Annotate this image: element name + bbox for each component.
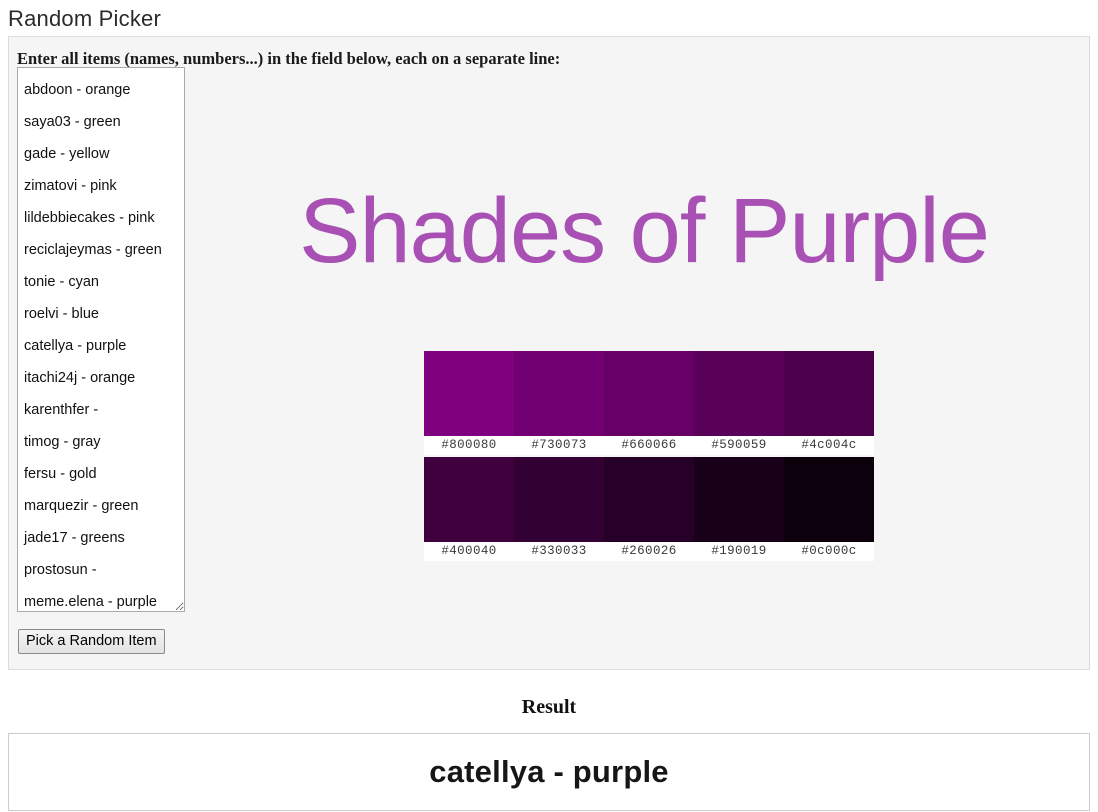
swatch-hex-label: #190019 [711,544,767,558]
swatch-cell [604,457,694,542]
picker-panel: Enter all items (names, numbers...) in t… [8,36,1090,670]
swatch-color [514,457,604,542]
swatch-color [514,351,604,436]
swatch-row-2: #400040 #330033 #260026 #190019 #0c000c [424,457,874,561]
swatch-cell [784,457,874,542]
swatch-color [424,457,514,542]
items-input[interactable] [17,67,185,612]
result-box: catellya - purple [8,733,1090,811]
swatch-cell [514,351,604,436]
result-heading: Result [521,696,577,718]
swatch-row-1: #800080 #730073 #660066 #590059 #4c004c [424,351,874,455]
swatch-grid: #800080 #730073 #660066 #590059 #4c004c [424,351,874,561]
swatch-color [694,351,784,436]
swatch-row-1-colors [424,351,874,436]
swatch-hex-label: #330033 [531,544,587,558]
swatch-hex-label: #800080 [441,438,497,452]
swatch-row-2-labels: #400040 #330033 #260026 #190019 #0c000c [424,542,874,561]
result-value: catellya - purple [429,754,669,789]
shades-showcase: Shades of Purple #800080 #730073 #660066… [199,37,1089,669]
swatch-cell [514,457,604,542]
swatch-color [694,457,784,542]
swatch-row-2-colors [424,457,874,542]
pick-random-item-button[interactable]: Pick a Random Item [18,629,165,654]
picker-panel-body: Enter all items (names, numbers...) in t… [9,37,1089,669]
swatch-cell [784,351,874,436]
swatch-hex-label: #4c004c [801,438,857,452]
swatch-cell [424,351,514,436]
swatch-color [604,351,694,436]
swatch-color [604,457,694,542]
swatch-color [784,351,874,436]
swatch-color [784,457,874,542]
swatch-cell [424,457,514,542]
swatch-row-1-labels: #800080 #730073 #660066 #590059 #4c004c [424,436,874,455]
swatch-hex-label: #0c000c [801,544,857,558]
swatch-hex-label: #590059 [711,438,767,452]
swatch-cell [694,457,784,542]
swatch-hex-label: #730073 [531,438,587,452]
swatch-color [424,351,514,436]
showcase-title: Shades of Purple [299,180,990,282]
swatch-hex-label: #660066 [621,438,677,452]
swatch-cell [604,351,694,436]
swatch-hex-label: #260026 [621,544,677,558]
swatch-cell [694,351,784,436]
page-title: Random Picker [8,6,161,31]
items-input-wrapper [17,67,185,617]
swatch-hex-label: #400040 [441,544,497,558]
